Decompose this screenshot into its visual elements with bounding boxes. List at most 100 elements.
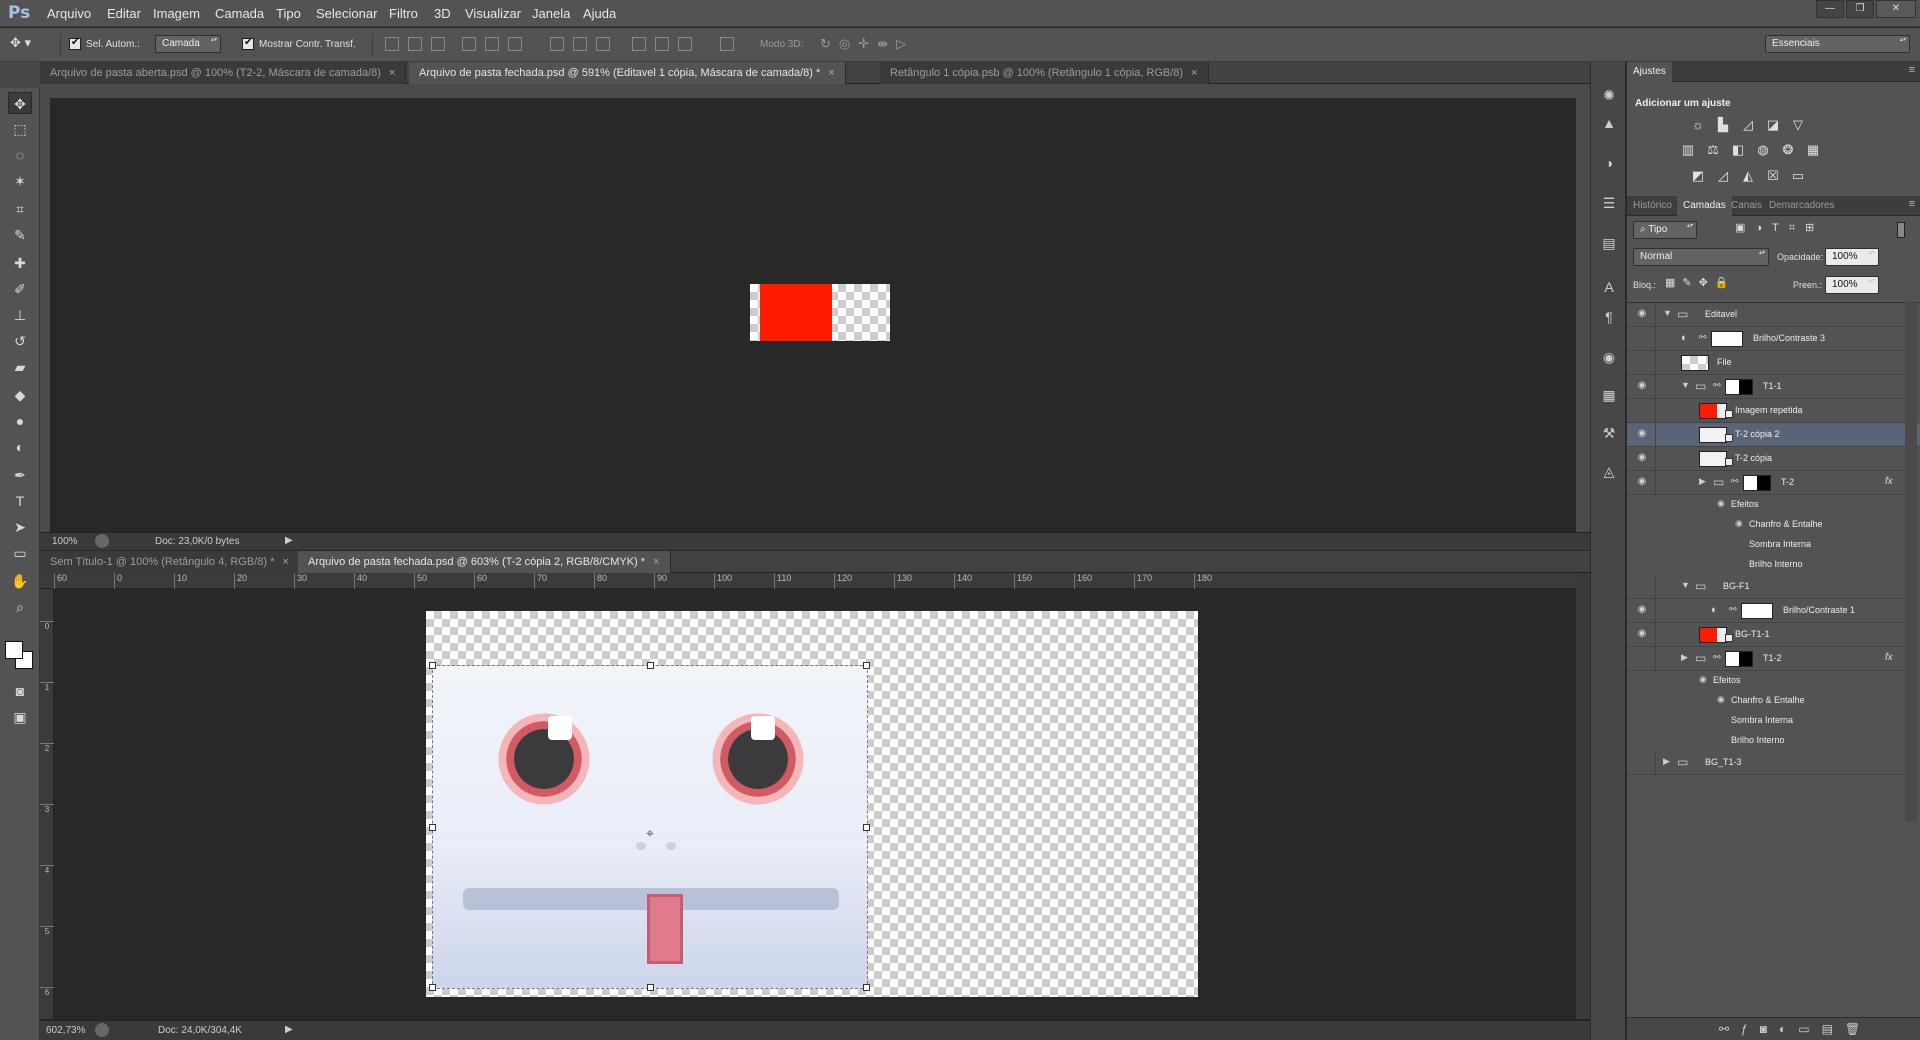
align-vcenter-icon[interactable] xyxy=(408,37,422,51)
status-info-icon[interactable] xyxy=(95,534,109,548)
eyedropper-tool-icon[interactable]: ✎ xyxy=(8,224,32,246)
layer-row[interactable]: ◉ ▶ ▭ ⚯ T-2 fx xyxy=(1627,471,1920,495)
layer-effects-fx-icon[interactable]: fx xyxy=(1885,652,1893,663)
layer-effect-row[interactable]: ◉ Efeitos xyxy=(1627,495,1920,515)
paragraph-icon[interactable]: ¶ xyxy=(1597,306,1621,328)
menu-selecionar[interactable]: Selecionar xyxy=(316,6,377,21)
visibility-toggle[interactable] xyxy=(1635,694,1649,708)
layer-row[interactable]: File xyxy=(1627,351,1920,375)
menu-editar[interactable]: Editar xyxy=(107,6,141,21)
collapsed-arrow-icon[interactable]: ▶ xyxy=(1699,476,1706,487)
visibility-toggle[interactable] xyxy=(1635,756,1649,770)
path-selection-tool-icon[interactable]: ➤ xyxy=(8,516,32,538)
layer-thumbnail[interactable] xyxy=(1699,427,1727,443)
document-tab[interactable]: Sem Título-1 @ 100% (Retângulo 4, RGB/8)… xyxy=(40,551,300,573)
tab-camadas[interactable]: Camadas xyxy=(1677,196,1732,216)
pen-tool-icon[interactable]: ✒ xyxy=(8,464,32,486)
auto-select-checkbox[interactable] xyxy=(69,37,81,50)
filter-toggle-switch[interactable] xyxy=(1897,222,1905,238)
black-white-icon[interactable]: ◧ xyxy=(1729,142,1747,158)
panel-menu-icon[interactable]: ≡ xyxy=(1909,198,1915,210)
layer-row[interactable]: Imagem repetida xyxy=(1627,399,1920,423)
top-document-canvas[interactable] xyxy=(750,284,890,341)
layer-effect-row[interactable]: Brilho Interno xyxy=(1627,555,1920,575)
color-lookup-icon[interactable]: ▦ xyxy=(1804,142,1822,158)
foreground-color-swatch[interactable] xyxy=(5,641,23,659)
align-right-icon[interactable] xyxy=(508,37,522,51)
menu-tipo[interactable]: Tipo xyxy=(276,6,301,21)
restore-button[interactable]: ❐ xyxy=(1846,0,1874,18)
move-tool-preset-icon[interactable]: ✥ ▾ xyxy=(10,35,50,55)
distribute-left-icon[interactable] xyxy=(632,37,646,51)
posterize-icon[interactable]: ◿ xyxy=(1714,168,1732,184)
layer-thumbnail[interactable] xyxy=(1699,451,1727,467)
move-tool-icon[interactable]: ✥ xyxy=(8,92,32,114)
layer-filter-kind-dropdown[interactable]: ⌕ Tipo xyxy=(1633,221,1697,239)
visibility-toggle[interactable] xyxy=(1635,404,1649,418)
type-tool-icon[interactable]: T xyxy=(8,490,32,512)
character-icon[interactable]: A xyxy=(1597,276,1621,298)
paint-bucket-tool-icon[interactable]: ◆ xyxy=(8,384,32,406)
blur-tool-icon[interactable]: ● xyxy=(8,410,32,432)
panel-menu-icon[interactable]: ≡ xyxy=(1909,64,1915,76)
eraser-tool-icon[interactable]: ▰ xyxy=(8,356,32,378)
lasso-tool-icon[interactable]: ◌ xyxy=(8,144,32,166)
brush-tool-icon[interactable]: ✐ xyxy=(8,278,32,300)
clone-source-icon[interactable]: ⚒ xyxy=(1597,422,1621,444)
effect-visibility-eye-icon[interactable]: ◉ xyxy=(1717,498,1725,509)
menu-janela[interactable]: Janela xyxy=(532,6,570,21)
effect-visibility-eye-icon[interactable]: ◉ xyxy=(1717,694,1725,705)
visibility-toggle[interactable] xyxy=(1635,498,1649,512)
rectangle-tool-icon[interactable]: ▭ xyxy=(8,542,32,564)
bottom-canvas-area[interactable]: ⌖ xyxy=(54,589,1576,1019)
visibility-toggle[interactable] xyxy=(1635,538,1649,552)
marquee-tool-icon[interactable]: ⬚ xyxy=(8,118,32,140)
distribute-bottom-icon[interactable] xyxy=(596,37,610,51)
layer-mask-thumbnail[interactable] xyxy=(1711,331,1743,347)
navigator-icon[interactable]: ✺ xyxy=(1597,84,1621,106)
magic-wand-tool-icon[interactable]: ✶ xyxy=(8,170,32,192)
transform-handle[interactable] xyxy=(429,824,436,831)
visibility-toggle[interactable] xyxy=(1635,518,1649,532)
info-icon[interactable]: ◑ xyxy=(1597,152,1621,174)
collapsed-arrow-icon[interactable]: ▶ xyxy=(1681,652,1688,663)
gradient-map-icon[interactable]: ▭ xyxy=(1789,168,1807,184)
visibility-toggle[interactable] xyxy=(1635,714,1649,728)
auto-select-target-dropdown[interactable]: Camada xyxy=(155,35,221,53)
expanded-arrow-icon[interactable]: ▼ xyxy=(1681,380,1690,390)
tab-histórico[interactable]: Histórico xyxy=(1627,196,1678,216)
blend-mode-dropdown[interactable]: Normal xyxy=(1633,248,1769,266)
screen-mode-icon[interactable]: ▣ xyxy=(8,706,32,728)
invert-icon[interactable]: ◩ xyxy=(1689,168,1707,184)
distribute-top-icon[interactable] xyxy=(550,37,564,51)
vertical-scrollbar[interactable] xyxy=(1576,573,1590,1019)
layer-effect-row[interactable]: Sombra Interna xyxy=(1627,535,1920,555)
visibility-eye-icon[interactable]: ◉ xyxy=(1635,380,1649,394)
color-balance-icon[interactable]: ⚖ xyxy=(1704,142,1722,158)
chain-link-icon[interactable]: ⚯ xyxy=(1731,476,1739,487)
layer-row[interactable]: ◉ ▼ ▭ ⚯ T1-1 xyxy=(1627,375,1920,399)
layers-scrollbar[interactable] xyxy=(1905,302,1917,822)
distribute-right-icon[interactable] xyxy=(678,37,692,51)
bottom-document-canvas[interactable]: ⌖ xyxy=(426,611,1198,997)
expanded-arrow-icon[interactable]: ▼ xyxy=(1681,580,1690,590)
transform-center-icon[interactable]: ⌖ xyxy=(646,825,654,842)
crop-tool-icon[interactable]: ⌗ xyxy=(8,198,32,220)
menu-arquivo[interactable]: Arquivo xyxy=(47,6,91,21)
tab-demarcadores[interactable]: Demarcadores xyxy=(1763,196,1841,216)
channel-mixer-icon[interactable]: ❂ xyxy=(1779,142,1797,158)
close-tab-icon[interactable]: × xyxy=(828,67,834,79)
effect-visibility-eye-icon[interactable]: ◉ xyxy=(1735,518,1743,529)
close-tab-icon[interactable]: × xyxy=(389,67,395,79)
layer-thumbnail[interactable] xyxy=(1681,355,1709,371)
swatches-icon[interactable]: ▦ xyxy=(1597,384,1621,406)
layer-footer-icons[interactable]: ⚯ƒ◙◐▭▤🗑 xyxy=(1719,1022,1872,1036)
layer-effects-fx-icon[interactable]: fx xyxy=(1885,476,1893,487)
auto-align-icon[interactable] xyxy=(720,37,734,51)
layer-effect-row[interactable]: ◉ Efeitos xyxy=(1627,671,1920,691)
align-bottom-icon[interactable] xyxy=(431,37,445,51)
transform-handle[interactable] xyxy=(647,662,654,669)
chain-link-icon[interactable]: ⚯ xyxy=(1729,604,1737,615)
clone-stamp-tool-icon[interactable]: ⊥ xyxy=(8,304,32,326)
layer-row[interactable]: ▶ ▭ ⚯ T1-2 fx xyxy=(1627,647,1920,671)
